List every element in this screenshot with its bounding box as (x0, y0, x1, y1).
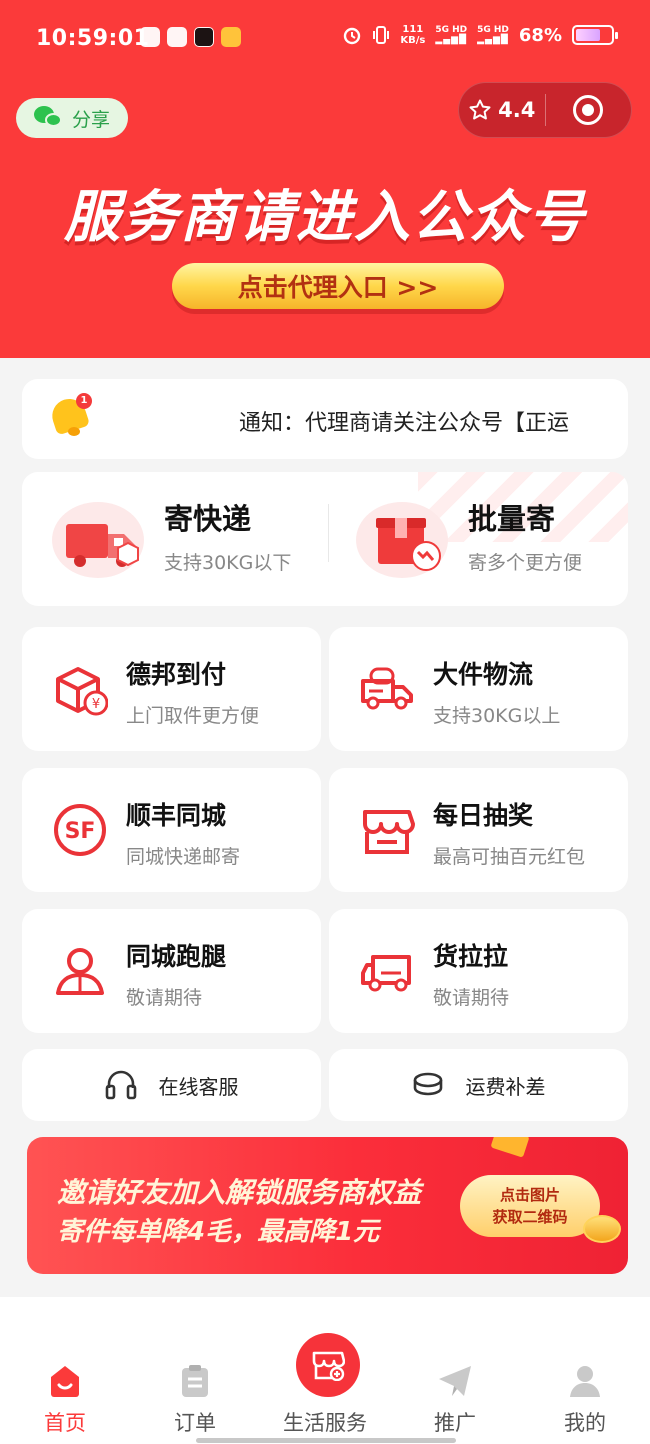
clipboard-icon (182, 1365, 208, 1397)
service-huolala[interactable]: 货拉拉 敬请期待 (329, 909, 628, 1033)
shop-plus-icon (296, 1333, 360, 1397)
star-icon (469, 99, 491, 120)
batch-send-title: 批量寄 (468, 502, 556, 536)
service-title: 每日抽奖 (433, 801, 534, 830)
notice-badge: 1 (76, 393, 92, 409)
header-banner: 10:59:01 111 KB/s 5G HD ▂▄▆█ 5G HD ▂▄▆█ 68%… (0, 0, 650, 358)
service-sf-same-city[interactable]: SF 顺丰同城 同城快递邮寄 (22, 768, 321, 892)
vibrate-icon (373, 26, 390, 44)
headset-icon (105, 1070, 136, 1100)
notice-text: 通知：代理商请关注公众号【正运 (239, 411, 570, 436)
nav-life-services[interactable]: 生活服务 (270, 1297, 380, 1444)
share-button[interactable]: 分享 (16, 98, 128, 138)
online-support-label: 在线客服 (158, 1074, 239, 1099)
package-yen-icon: ¥ (56, 667, 108, 716)
service-title: 大件物流 (433, 660, 534, 689)
service-large-freight[interactable]: 大件物流 支持30KG以上 (329, 627, 628, 751)
service-subtitle: 敬请期待 (126, 987, 203, 1009)
freight-supplement-label: 运费补差 (465, 1074, 546, 1099)
wechat-icon (33, 106, 64, 130)
online-support-button[interactable]: 在线客服 (22, 1049, 321, 1121)
sf-logo-icon: SF (54, 804, 106, 856)
nav-home[interactable]: 首页 (10, 1297, 120, 1444)
nav-promote[interactable]: 推广 (400, 1297, 510, 1444)
courier-person-icon (56, 948, 104, 995)
divider (328, 504, 329, 562)
coins-icon (413, 1072, 442, 1096)
batch-send-subtitle: 寄多个更方便 (468, 552, 583, 574)
app-notification-icon (140, 27, 160, 47)
signal-2: 5G HD ▂▄▆█ (477, 25, 509, 45)
van-icon (361, 955, 411, 992)
rating-button[interactable]: 4.4 (459, 98, 545, 122)
service-subtitle: 最高可抽百元红包 (433, 846, 586, 868)
nav-mine[interactable]: 我的 (530, 1297, 640, 1444)
target-icon (573, 95, 604, 125)
bottom-navigation: 首页 订单 生活服务 推广 我的 (0, 1297, 650, 1444)
notification-icons (140, 27, 241, 47)
service-subtitle: 敬请期待 (433, 987, 510, 1009)
service-errand[interactable]: 同城跑腿 敬请期待 (22, 909, 321, 1033)
service-daily-lottery[interactable]: 每日抽奖 最高可抽百元红包 (329, 768, 628, 892)
service-subtitle: 上门取件更方便 (126, 705, 260, 727)
rating-value: 4.4 (498, 98, 536, 122)
nav-home-label: 首页 (44, 1411, 86, 1435)
bell-icon: 1 (47, 393, 92, 439)
banner-title: 服务商请进入公众号 (64, 185, 586, 250)
paper-plane-icon (439, 1366, 471, 1396)
app-notification-icon (167, 27, 187, 47)
alarm-icon (344, 27, 361, 45)
status-bar: 10:59:01 111 KB/s 5G HD ▂▄▆█ 5G HD ▂▄▆█ 68% (0, 0, 650, 76)
nav-promote-label: 推广 (434, 1411, 476, 1435)
service-subtitle: 同城快递邮寄 (126, 846, 241, 868)
service-subtitle: 支持30KG以上 (433, 705, 561, 727)
invite-line-2: 寄件每单降4毛，最高降1元 (57, 1217, 380, 1247)
service-title: 顺丰同城 (126, 801, 227, 830)
battery-percent: 68% (518, 24, 562, 46)
send-express-option[interactable]: 寄快递 支持30KG以下 (52, 496, 322, 586)
home-icon (51, 1366, 79, 1397)
coin-icon (583, 1215, 621, 1243)
svg-text:SF: SF (65, 819, 96, 844)
truck-icon (66, 524, 139, 567)
freight-truck-icon (361, 667, 413, 710)
user-icon (570, 1366, 600, 1397)
agent-entry-button[interactable]: 点击代理入口 >> (172, 263, 504, 309)
nav-orders-label: 订单 (174, 1411, 216, 1435)
invite-banner[interactable]: 邀请好友加入解锁服务商权益 寄件每单降4毛，最高降1元 点击图片 获取二维码 (27, 1137, 628, 1274)
nav-mine-label: 我的 (564, 1411, 606, 1435)
nav-orders[interactable]: 订单 (140, 1297, 250, 1444)
service-debang-cod[interactable]: ¥ 德邦到付 上门取件更方便 (22, 627, 321, 751)
network-speed: 111 KB/s (400, 24, 426, 46)
service-title: 同城跑腿 (126, 942, 227, 971)
boxes-icon (376, 518, 441, 571)
nav-life-services-label: 生活服务 (283, 1411, 367, 1435)
invite-line-1: 邀请好友加入解锁服务商权益 (57, 1176, 422, 1209)
notice-bar[interactable]: 1 通知：代理商请关注公众号【正运 (22, 379, 628, 459)
store-icon (363, 810, 415, 854)
battery-icon (572, 25, 618, 45)
freight-supplement-button[interactable]: 运费补差 (329, 1049, 628, 1121)
batch-send-option[interactable]: 批量寄 寄多个更方便 (356, 496, 616, 586)
share-label: 分享 (71, 108, 110, 131)
send-options-card: 寄快递 支持30KG以下 批量寄 寄多个更方便 (22, 472, 628, 606)
service-title: 货拉拉 (433, 942, 509, 971)
close-miniprogram-button[interactable] (546, 95, 632, 125)
send-express-subtitle: 支持30KG以下 (164, 552, 292, 574)
home-indicator (196, 1438, 456, 1443)
get-qrcode-button[interactable]: 点击图片 获取二维码 (460, 1175, 600, 1237)
signal-1: 5G HD ▂▄▆█ (435, 25, 468, 45)
status-time: 10:59:01 (36, 26, 150, 51)
service-title: 德邦到付 (126, 660, 227, 689)
mini-program-capsule: 4.4 (458, 82, 632, 138)
send-express-title: 寄快递 (164, 502, 252, 536)
svg-text:¥: ¥ (92, 697, 100, 712)
app-notification-icon (221, 27, 241, 47)
tiktok-icon (194, 27, 214, 47)
